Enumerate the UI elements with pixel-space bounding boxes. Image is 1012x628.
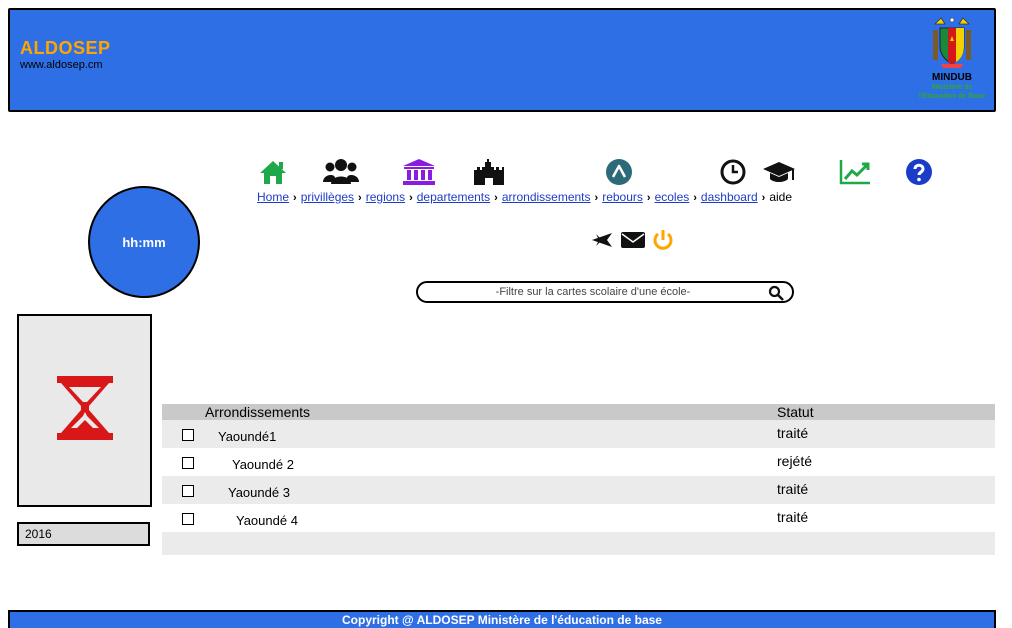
ministry-code: MINDUB [932,72,972,83]
main-navigation: Home › privillèges › regions › departements › ar… [254,158,954,208]
users-icon[interactable] [322,158,360,186]
row-name: Yaoundé1 [218,429,277,444]
plane-icon[interactable] [590,230,614,255]
envelope-icon[interactable] [620,231,646,254]
row-checkbox[interactable] [182,429,194,441]
nav-link-ecoles[interactable]: ecoles [655,190,690,204]
hourglass-icon [57,376,113,440]
table-row[interactable]: Yaoundé 3 traité [162,476,995,504]
breadcrumb: Home › privillèges › regions › departements › ar… [257,190,792,204]
row-name: Yaoundé 3 [228,485,290,500]
nav-link-dashboard[interactable]: dashboard [701,190,758,204]
column-header-arrondissements[interactable]: Arrondissements [205,404,310,420]
toolbar [590,229,684,255]
clock-time: hh:mm [122,234,166,250]
chevron-right-icon: › [594,192,599,204]
row-status: rejété [777,453,813,469]
search-bar [416,281,794,303]
coat-of-arms-icon [933,17,971,68]
arrondissements-table: Arrondissements Statut Yaoundé1 traité Y… [162,404,995,555]
ministry-name-line2: l'Education de Base [918,93,986,100]
arrow-up-circle-icon[interactable] [604,158,634,186]
chevron-right-icon: › [646,192,651,204]
clock-display: hh:mm [88,186,200,298]
brand-url: www.aldosep.cm [20,59,103,71]
ministry-emblem: MINDUB Ministère de l'Education de Base [916,16,988,101]
chevron-right-icon: › [693,192,697,204]
nav-link-arrondissements[interactable]: arrondissements [502,190,591,204]
footer-bar: Copyright @ ALDOSEP Ministère de l'éduca… [8,610,996,628]
castle-icon[interactable] [472,158,506,186]
table-body: Yaoundé1 traité Yaoundé 2 rejété Yaoundé… [162,420,995,532]
chevron-right-icon: › [494,192,498,204]
power-icon[interactable] [652,229,674,256]
row-status: traité [777,425,809,441]
row-checkbox[interactable] [182,457,194,469]
brand[interactable]: ALDOSEP www.aldosep.cm [20,38,111,71]
line-chart-icon[interactable] [838,158,872,186]
year-field[interactable]: 2016 [17,522,150,546]
nav-link-home[interactable]: Home [257,190,289,204]
table-row[interactable]: Yaoundé1 traité [162,420,995,448]
chevron-right-icon: › [293,192,297,204]
column-header-statut[interactable]: Statut [777,404,814,420]
nav-link-departements[interactable]: departements [417,190,490,204]
clock-icon[interactable] [718,158,748,186]
nav-link-rebours[interactable]: rebours [602,190,643,204]
nav-link-aide[interactable]: aide [769,190,792,204]
chevron-right-icon: › [409,192,413,204]
chevron-right-icon: › [761,192,766,204]
nav-link-regions[interactable]: regions [366,190,405,204]
header-bar: ALDOSEP www.aldosep.cm MINDUB Ministère … [8,8,996,112]
row-name: Yaoundé 4 [236,513,298,528]
table-row[interactable]: Yaoundé 2 rejété [162,448,995,476]
row-status: traité [777,509,809,525]
graduation-cap-icon[interactable] [762,158,796,186]
table-footer [162,532,995,555]
chevron-right-icon: › [358,192,362,204]
table-header: Arrondissements Statut [162,404,995,420]
brand-name: ALDOSEP [20,38,111,58]
row-checkbox[interactable] [182,485,194,497]
row-checkbox[interactable] [182,513,194,525]
loading-panel [17,314,152,507]
search-icon[interactable] [768,285,784,301]
table-row[interactable]: Yaoundé 4 traité [162,504,995,532]
copyright-text: Copyright @ ALDOSEP Ministère de l'éduca… [342,613,662,627]
question-circle-icon[interactable] [904,158,934,186]
nav-link-privileges[interactable]: privillèges [301,190,354,204]
row-name: Yaoundé 2 [232,457,294,472]
row-status: traité [777,481,809,497]
university-icon[interactable] [402,158,436,186]
home-icon[interactable] [258,158,288,186]
search-input[interactable] [428,284,758,300]
ministry-name-line1: Ministère de [931,84,973,91]
